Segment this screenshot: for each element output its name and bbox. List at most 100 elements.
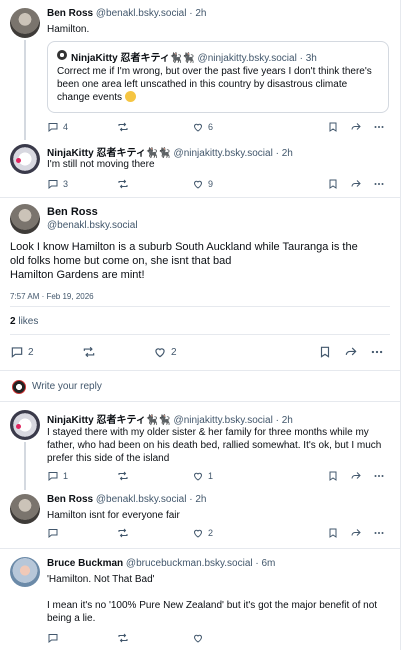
quote-meta: NinjaKitty 忍者キティ🐈‍⬛🐈‍⬛ @ninjakitty.bsky.… — [71, 49, 317, 64]
post-text: I'm still not moving there — [47, 159, 155, 170]
more-icon — [374, 126, 384, 128]
bookmark-button[interactable] — [327, 470, 339, 482]
author-name[interactable]: NinjaKitty 忍者キティ🐈‍⬛🐈‍⬛ — [47, 415, 171, 426]
post-text-line: old folks home but come on, she isnt tha… — [10, 255, 232, 267]
more-options-button[interactable] — [373, 121, 385, 133]
author-name[interactable]: Ben Ross — [47, 8, 93, 19]
share-icon — [345, 347, 357, 356]
like-button[interactable]: 2 — [153, 345, 177, 359]
repost-icon — [118, 179, 128, 189]
author-name[interactable]: Ben Ross — [47, 494, 93, 505]
share-button[interactable] — [350, 470, 362, 482]
like-button[interactable]: 1 — [192, 470, 213, 482]
repost-button[interactable] — [117, 527, 129, 539]
avatar[interactable] — [10, 410, 40, 440]
reply-icon — [48, 634, 58, 644]
post-text: Hamilton. — [47, 24, 90, 35]
repost-button[interactable] — [117, 178, 129, 190]
post-date[interactable]: 7:57 AM · Feb 19, 2026 — [10, 292, 94, 301]
avatar[interactable] — [10, 494, 40, 524]
reply-ninja[interactable]: NinjaKitty 忍者キティ🐈‍⬛🐈‍⬛ @ninjakitty.bsky.… — [0, 402, 400, 490]
reply-button[interactable]: 4 — [47, 121, 68, 133]
reply-composer[interactable]: Write your reply — [0, 374, 400, 400]
heart-icon — [155, 348, 165, 358]
avatar[interactable] — [10, 8, 40, 38]
bookmark-button[interactable] — [327, 121, 339, 133]
heart-icon — [193, 529, 203, 538]
more-options-button[interactable] — [370, 345, 384, 359]
post-text-line — [47, 586, 392, 599]
avatar[interactable] — [10, 144, 40, 174]
post-text-line: I mean it's no '100% Pure New Zealand' b… — [47, 600, 378, 624]
post-ben-1[interactable]: Ben Ross @benakl.bsky.social · 2h Hamilt… — [0, 0, 400, 140]
more-icon — [374, 183, 384, 185]
post-time[interactable]: · 2h — [189, 494, 206, 505]
repost-icon — [118, 528, 128, 538]
likes-count: 2 — [10, 316, 16, 327]
post-ninja-1[interactable]: NinjaKitty 忍者キティ🐈‍⬛🐈‍⬛ @ninjakitty.bsky.… — [0, 140, 400, 197]
reply-bruce[interactable]: Bruce Buckman @brucebuckman.bsky.social … — [0, 549, 400, 650]
thinking-emoji-icon — [124, 91, 136, 102]
divider — [0, 370, 400, 371]
share-button[interactable] — [350, 178, 362, 190]
like-count: 9 — [208, 179, 214, 189]
author-name[interactable]: Ben Ross — [47, 206, 98, 218]
bookmark-icon — [329, 122, 337, 132]
bookmark-icon — [320, 346, 330, 358]
bookmark-icon — [329, 528, 337, 538]
post-time[interactable]: · 6m — [255, 558, 275, 569]
repost-button[interactable] — [82, 345, 96, 359]
repost-button[interactable] — [117, 121, 129, 133]
reply-count: 4 — [63, 122, 69, 132]
bookmark-button[interactable] — [327, 178, 339, 190]
post-text-line: Hamilton Gardens are mint! — [10, 269, 145, 281]
more-icon — [374, 475, 384, 477]
more-options-button[interactable] — [373, 527, 385, 539]
avatar[interactable] — [10, 557, 40, 587]
post-text-line: Look I know Hamilton is a suburb South A… — [10, 241, 358, 253]
post-text: 'Hamilton. Not That Bad' I mean it's no … — [47, 573, 392, 625]
author-handle[interactable]: @benakl.bsky.social — [96, 8, 187, 19]
author-handle[interactable]: @ninjakitty.bsky.social — [174, 415, 273, 426]
repost-icon — [118, 633, 128, 643]
share-button[interactable] — [344, 345, 358, 359]
likes-summary[interactable]: 2 likes — [10, 316, 38, 327]
bookmark-button[interactable] — [318, 345, 332, 359]
repost-button[interactable] — [117, 470, 129, 482]
post-meta: NinjaKitty 忍者キティ🐈‍⬛🐈‍⬛ @ninjakitty.bsky.… — [47, 411, 293, 426]
reply-button[interactable]: 3 — [47, 178, 68, 190]
reply-button[interactable]: 1 — [47, 470, 68, 482]
reply-prompt[interactable]: Write your reply — [32, 381, 102, 392]
anchor-actions: 2 2 — [10, 345, 390, 359]
post-time[interactable]: · 2h — [276, 415, 293, 426]
repost-icon — [118, 122, 128, 132]
like-button[interactable] — [192, 632, 204, 644]
reply-button[interactable]: 2 — [10, 345, 34, 359]
more-options-button[interactable] — [373, 470, 385, 482]
author-handle[interactable]: @benakl.bsky.social — [96, 494, 187, 505]
bookmark-button[interactable] — [327, 527, 339, 539]
like-button[interactable]: 6 — [192, 121, 213, 133]
author-handle[interactable]: @benakl.bsky.social — [47, 220, 138, 231]
author-handle[interactable]: @brucebuckman.bsky.social — [126, 558, 253, 569]
anchor-post: Ben Ross @benakl.bsky.social Look I know… — [0, 198, 400, 370]
quote-text: Correct me if I'm wrong, but over the pa… — [57, 65, 377, 104]
reply-button[interactable] — [47, 527, 59, 539]
repost-button[interactable] — [117, 632, 129, 644]
author-name[interactable]: Bruce Buckman — [47, 558, 123, 569]
reply-button[interactable] — [47, 632, 59, 644]
avatar[interactable] — [10, 204, 40, 234]
like-button[interactable]: 2 — [192, 527, 213, 539]
share-button[interactable] — [350, 527, 362, 539]
likes-label: likes — [18, 316, 39, 327]
more-options-button[interactable] — [373, 178, 385, 190]
share-button[interactable] — [350, 121, 362, 133]
heart-icon — [193, 472, 203, 481]
post-time[interactable]: · 2h — [189, 8, 206, 19]
like-count: 6 — [208, 122, 214, 132]
more-icon — [374, 532, 384, 534]
like-button[interactable]: 9 — [192, 178, 213, 190]
reply-ben[interactable]: Ben Ross @benakl.bsky.social · 2h Hamilt… — [0, 490, 400, 546]
post-actions: 4 6 — [47, 121, 387, 135]
quote-card[interactable]: NinjaKitty 忍者キティ🐈‍⬛🐈‍⬛ @ninjakitty.bsky.… — [47, 41, 389, 113]
